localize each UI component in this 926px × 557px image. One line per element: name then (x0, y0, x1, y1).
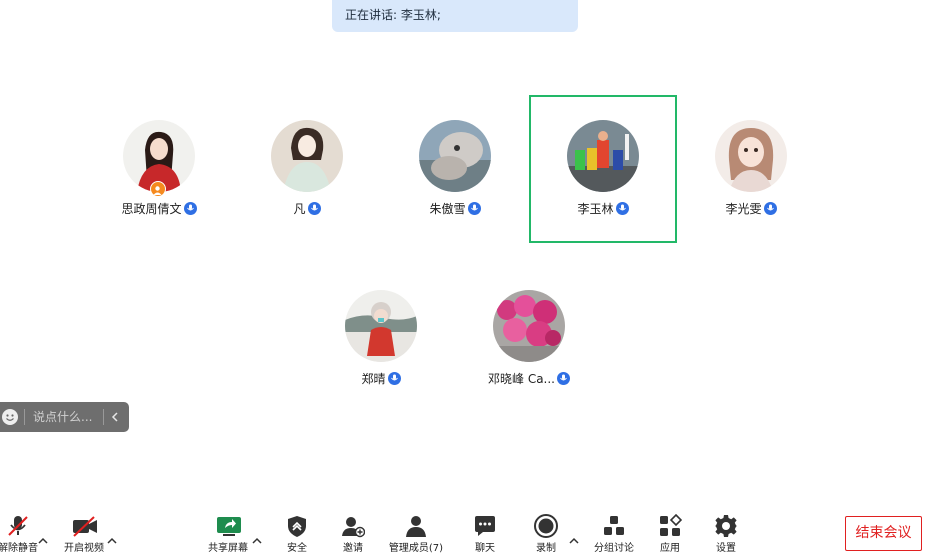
mic-icon (387, 371, 401, 385)
participant-tile[interactable]: 朱傲雪 (381, 95, 529, 243)
settings-label: 设置 (716, 543, 736, 554)
speaking-indicator-banner: 正在讲话: 李玉林; (332, 0, 578, 32)
participant-name: 李玉林 (577, 201, 614, 216)
collapse-chevron-icon[interactable] (108, 402, 122, 432)
divider (103, 409, 104, 425)
divider (24, 409, 25, 425)
share-options-caret-icon[interactable] (252, 530, 262, 544)
add-user-icon (341, 514, 366, 538)
mic-muted-icon (6, 514, 30, 538)
start-video-label: 开启视频 (64, 543, 104, 554)
mic-icon (557, 371, 570, 385)
mic-icon (615, 201, 629, 215)
participant-avatar (493, 290, 565, 362)
mic-icon (183, 201, 197, 215)
settings-button[interactable]: 设置 (696, 512, 756, 554)
share-screen-icon (216, 514, 241, 538)
video-options-caret-icon[interactable] (107, 530, 117, 544)
participant-avatar (419, 120, 491, 192)
record-icon (534, 514, 558, 538)
participant-avatar (271, 120, 343, 192)
participant-tile[interactable]: 李光雯 (677, 95, 825, 243)
mic-icon (763, 201, 777, 215)
members-icon (404, 514, 428, 538)
emoji-icon[interactable] (2, 409, 18, 425)
mic-icon (307, 201, 321, 215)
participant-tile[interactable]: 凡 (233, 95, 381, 243)
participant-avatar (567, 120, 639, 192)
participant-avatar (345, 290, 417, 362)
mic-icon (467, 201, 481, 215)
participant-name: 朱傲雪 (429, 201, 466, 216)
audio-options-caret-icon[interactable] (38, 530, 48, 544)
gear-icon (714, 514, 738, 538)
participant-name: 李光雯 (725, 201, 762, 216)
participant-name: 思政周倩文 (121, 201, 182, 216)
chat-quick-input[interactable]: 说点什么... (0, 402, 129, 432)
participant-name: 郑晴 (361, 371, 386, 386)
end-meeting-button[interactable]: 结束会议 (845, 516, 922, 551)
participant-tile[interactable]: 思政周倩文 (85, 95, 233, 243)
participant-name: 邓晓峰 Ca... (488, 371, 555, 386)
start-video-button[interactable]: 开启视频 (54, 512, 114, 554)
participant-name: 凡 (293, 201, 306, 216)
speaking-indicator-text: 正在讲话: 李玉林; (345, 8, 441, 22)
participant-tile[interactable]: 邓晓峰 Ca... (455, 265, 603, 413)
participant-avatar (715, 120, 787, 192)
shield-icon (285, 514, 309, 538)
record-options-caret-icon[interactable] (569, 530, 579, 544)
chat-input-placeholder[interactable]: 说点什么... (33, 402, 92, 432)
participant-tile[interactable]: 郑晴 (307, 265, 455, 413)
breakout-rooms-icon (602, 514, 626, 538)
host-badge-icon (150, 181, 166, 197)
participant-tile-active-speaker[interactable]: 李玉林 (529, 95, 677, 243)
apps-icon (658, 513, 683, 538)
video-off-icon (72, 514, 97, 538)
chat-bubble-icon (473, 514, 497, 538)
